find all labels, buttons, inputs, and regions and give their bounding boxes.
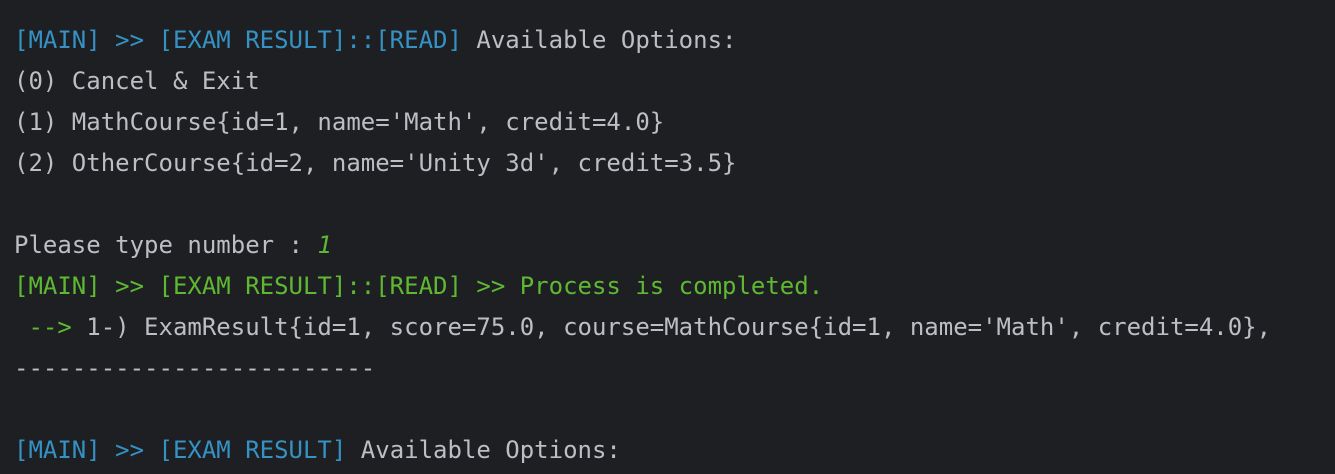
prompt-text: Please type number : [14,231,318,259]
console-line-option-0: (0) Cancel & Exit [14,61,1335,102]
log-text: Available Options: [461,26,737,54]
option-text: (2) OtherCourse{id=2, name='Unity 3d', c… [14,149,737,177]
console-line-separator: ------------------------- [14,348,1335,389]
success-message: [MAIN] >> [EXAM RESULT]::[READ] >> Proce… [14,272,824,300]
option-text: (0) Cancel & Exit [14,67,260,95]
log-text: Available Options: [346,436,621,464]
console-line-menu-header: [MAIN] >> [EXAM RESULT] Available Option… [14,430,1335,471]
option-text: (1) MathCourse{id=1, name='Math', credit… [14,108,665,136]
log-prefix: [MAIN] >> [EXAM RESULT] [14,436,347,464]
console-line-option-1: (1) MathCourse{id=1, name='Math', credit… [14,102,1335,143]
result-text: 1-) ExamResult{id=1, score=75.0, course=… [71,313,1272,341]
console-line-menu-header: [MAIN] >> [EXAM RESULT]::[READ] Availabl… [14,20,1335,61]
console-line-prompt: Please type number : 1 [14,225,1335,266]
console-output[interactable]: [MAIN] >> [EXAM RESULT]::[READ] Availabl… [0,0,1335,474]
console-line-result: --> 1-) ExamResult{id=1, score=75.0, cou… [14,307,1335,348]
console-line-success: [MAIN] >> [EXAM RESULT]::[READ] >> Proce… [14,266,1335,307]
user-input: 1 [317,231,332,259]
separator: ------------------------- [14,354,376,382]
log-prefix: [MAIN] >> [EXAM RESULT]::[READ] [14,26,462,54]
console-line-option-2: (2) OtherCourse{id=2, name='Unity 3d', c… [14,143,1335,184]
result-arrow: --> [14,313,72,341]
